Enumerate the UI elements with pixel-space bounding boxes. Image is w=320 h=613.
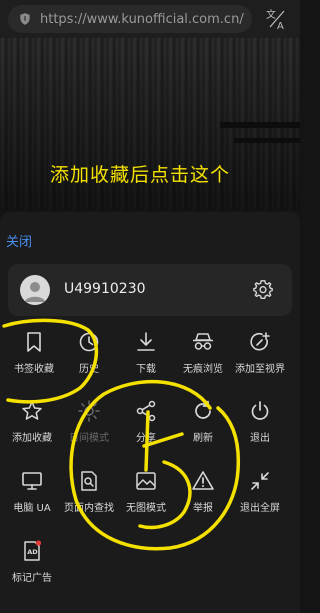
menu-item-label: 页面内查找 xyxy=(64,503,114,514)
menu-item-incognito[interactable]: 无痕浏览 xyxy=(173,330,233,390)
refresh-icon xyxy=(195,400,211,419)
svg-text:A: A xyxy=(277,21,284,31)
menu-item-report[interactable]: 举报 xyxy=(173,469,233,529)
menu-item-bookmarks[interactable]: 书签收藏 xyxy=(4,330,64,390)
menu-item-no-image-mode[interactable]: 无图模式 xyxy=(116,469,176,529)
photo-detail xyxy=(220,122,300,128)
menu-item-label: 退出全屏 xyxy=(240,503,280,514)
shield-icon xyxy=(20,13,30,25)
url-field[interactable]: https://www.kunofficial.com.cn/ xyxy=(8,5,252,33)
menu-item-find-in-page[interactable]: 页面内查找 xyxy=(59,469,119,529)
menu-item-label: 书签收藏 xyxy=(14,364,54,375)
close-button[interactable]: 关闭 xyxy=(6,231,32,250)
user-icon xyxy=(25,282,45,302)
monitor-icon xyxy=(22,472,42,490)
username: U49910230 xyxy=(64,281,146,297)
svg-text:文: 文 xyxy=(266,8,276,21)
menu-item-label: 退出 xyxy=(250,433,270,444)
menu-item-label: 标记广告 xyxy=(12,573,52,584)
menu-item-label: 日间模式 xyxy=(69,433,109,444)
menu-item-label: 无图模式 xyxy=(126,503,166,514)
menu-item-label: 分享 xyxy=(136,433,156,444)
bookmark-icon xyxy=(27,332,41,352)
history-icon xyxy=(79,332,99,352)
menu-item-label: 无痕浏览 xyxy=(183,364,223,375)
star-icon xyxy=(22,401,42,420)
menu-item-label: 举报 xyxy=(193,503,213,514)
power-icon xyxy=(251,401,269,420)
find-in-page-icon xyxy=(81,471,97,491)
menu-item-label: 下载 xyxy=(136,364,156,375)
menu-item-label: 刷新 xyxy=(193,433,213,444)
share-icon xyxy=(136,400,156,422)
menu-item-refresh[interactable]: 刷新 xyxy=(173,399,233,459)
address-bar: https://www.kunofficial.com.cn/ 文 A xyxy=(0,0,300,38)
translate-icon[interactable]: 文 A xyxy=(264,7,288,31)
exit-fullscreen-icon xyxy=(251,472,269,490)
menu-item-add-favorite[interactable]: 添加收藏 xyxy=(2,399,62,459)
warning-icon xyxy=(192,471,214,490)
download-icon xyxy=(137,332,155,351)
add-view-icon xyxy=(250,332,270,351)
menu-item-add-to-view[interactable]: 添加至视界 xyxy=(230,330,290,390)
menu-item-day-mode[interactable]: 日间模式 xyxy=(59,399,119,459)
menu-item-label: 添加至视界 xyxy=(235,364,285,375)
menu-item-exit-fullscreen[interactable]: 退出全屏 xyxy=(230,469,290,529)
user-account-card[interactable]: U49910230 xyxy=(8,264,292,316)
menu-item-label: 历史 xyxy=(79,364,99,375)
menu-item-mark-ad[interactable]: AD 标记广告 xyxy=(2,539,62,599)
menu-item-label: 添加收藏 xyxy=(12,433,52,444)
menu-item-exit[interactable]: 退出 xyxy=(230,399,290,459)
no-image-icon xyxy=(136,472,156,490)
gear-icon[interactable] xyxy=(252,279,274,301)
photo-detail xyxy=(234,138,300,143)
browser-menu-sheet: 关闭 U49910230 书签收藏 历史 下载 无痕浏览 添加至视界 添加收藏 … xyxy=(0,212,300,613)
menu-item-desktop-ua[interactable]: 电脑 UA xyxy=(2,469,62,529)
menu-item-history[interactable]: 历史 xyxy=(59,330,119,390)
menu-item-share[interactable]: 分享 xyxy=(116,399,176,459)
ad-mark-icon: AD xyxy=(24,540,42,561)
menu-item-label: 电脑 UA xyxy=(13,503,51,514)
avatar[interactable] xyxy=(20,275,50,305)
svg-text:AD: AD xyxy=(27,548,38,556)
incognito-icon xyxy=(193,333,213,350)
menu-item-downloads[interactable]: 下载 xyxy=(116,330,176,390)
sun-icon xyxy=(78,400,100,422)
url-text: https://www.kunofficial.com.cn/ xyxy=(40,11,244,27)
page-caption: 添加收藏后点击这个 xyxy=(50,164,231,186)
